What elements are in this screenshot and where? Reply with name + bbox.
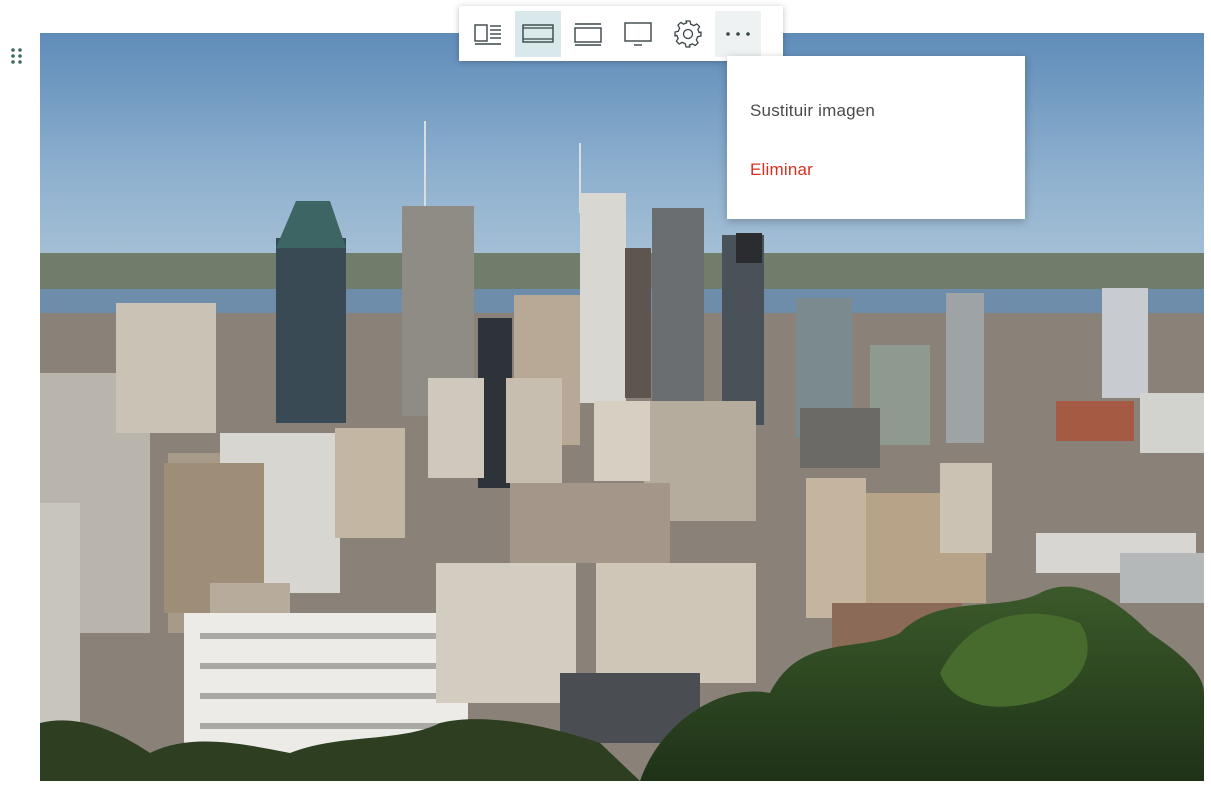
layout-float-icon xyxy=(474,23,501,45)
gear-icon xyxy=(674,19,702,48)
city-skyline-image[interactable] xyxy=(40,33,1204,781)
layout-wide-icon xyxy=(574,22,602,46)
more-options-button[interactable] xyxy=(715,10,761,57)
layout-full-icon xyxy=(624,21,652,46)
replace-image-menu-item[interactable]: Sustituir imagen xyxy=(727,96,1025,126)
layout-float-button[interactable] xyxy=(465,11,511,57)
editor-canvas: Sustituir imagen Eliminar xyxy=(0,0,1211,787)
more-options-menu: Sustituir imagen Eliminar xyxy=(727,56,1025,219)
drag-handle-icon[interactable] xyxy=(10,47,24,65)
layout-standard-icon xyxy=(522,23,554,43)
delete-menu-item[interactable]: Eliminar xyxy=(727,155,1025,185)
layout-standard-button[interactable] xyxy=(515,10,561,57)
image-toolbar xyxy=(459,6,783,61)
more-options-icon xyxy=(726,31,750,36)
layout-wide-button[interactable] xyxy=(565,11,611,57)
layout-full-button[interactable] xyxy=(615,11,661,57)
settings-button[interactable] xyxy=(665,11,711,57)
